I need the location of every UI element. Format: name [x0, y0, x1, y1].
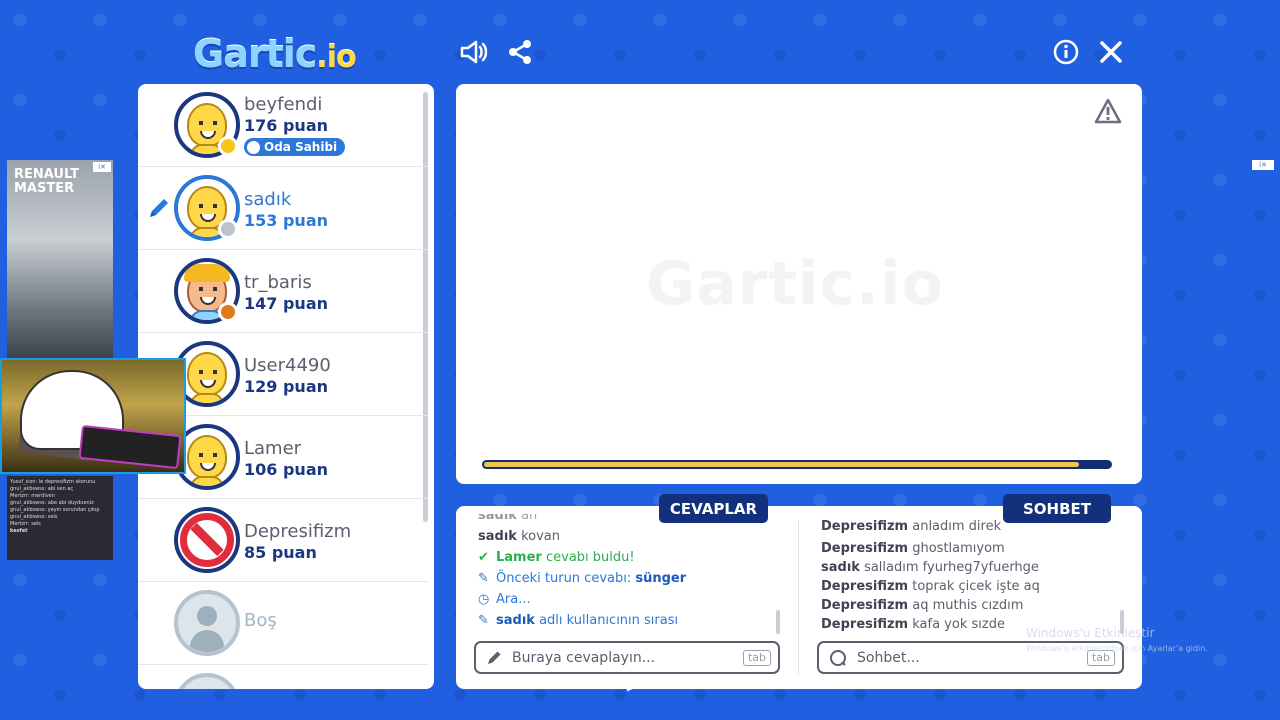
pencil-icon: ✎ — [478, 613, 489, 628]
crown-icon — [247, 140, 260, 154]
status-dot — [218, 219, 238, 239]
list-item: Depresifizm ghostlamıyom — [821, 541, 1005, 556]
keyboard-image — [78, 424, 182, 470]
list-item: ◷ Ara... — [478, 589, 778, 610]
empty-avatar-icon — [174, 590, 240, 656]
gartic-logo[interactable]: Gartic.io — [193, 32, 383, 76]
player-row[interactable]: sadık 153 puan — [138, 167, 428, 250]
answers-scrollbar[interactable] — [776, 610, 780, 634]
player-name: beyfendi — [244, 94, 323, 115]
answers-title: CEVAPLAR — [659, 494, 768, 523]
room-owner-badge: Oda Sahibi — [244, 138, 346, 156]
pencil-icon — [146, 197, 170, 225]
tab-key-hint: tab — [742, 650, 771, 666]
player-name: Depresifizm — [244, 521, 352, 542]
empty-slot[interactable]: Boş — [138, 582, 428, 665]
player-row[interactable]: beyfendi 176 puan Oda Sahibi — [138, 84, 428, 167]
player-score: 106 puan — [244, 460, 328, 479]
player-score: 129 puan — [244, 377, 328, 396]
chat-log: Depresifizm anladım direk Depresifizm gh… — [821, 520, 1121, 642]
pencil-icon — [488, 651, 501, 664]
player-score: 153 puan — [244, 211, 328, 230]
pencil-icon: ✎ — [478, 571, 489, 586]
player-name: Boş — [244, 610, 277, 631]
answers-log: sadık an sadık kovan ✔ Lamer cevabı buldu… — [478, 514, 778, 636]
share-icon[interactable] — [504, 36, 536, 68]
chat-panel: sadık an sadık kovan ✔ Lamer cevabı buldu… — [456, 506, 1142, 689]
timer-fill — [482, 460, 1081, 469]
player-score: 176 puan — [244, 116, 328, 135]
status-dot — [218, 136, 238, 156]
player-name: tr_baris — [244, 272, 312, 293]
checkmark-icon: ✔ — [478, 550, 489, 565]
stream-webcam-overlay — [0, 358, 186, 474]
player-row[interactable]: Depresifizm 85 puan — [138, 499, 428, 582]
drawing-canvas[interactable]: Gartic.io — [456, 84, 1142, 484]
chat-title: SOHBET — [1003, 494, 1111, 523]
chat-bubble-icon — [830, 649, 846, 666]
list-item: sadık kovan — [478, 529, 560, 544]
player-score: 147 puan — [244, 294, 328, 313]
info-icon[interactable] — [1050, 36, 1082, 68]
list-item: ✎ sadık adlı kullanıcının sırası — [478, 610, 778, 631]
player-name: User4490 — [244, 355, 331, 376]
advertisement-banner[interactable]: RENAULT MASTER i✕ — [7, 160, 113, 360]
panel-divider — [798, 520, 799, 675]
report-warning-icon[interactable] — [1094, 98, 1122, 128]
ad-info-icon[interactable]: i✕ — [1252, 160, 1274, 170]
clock-icon: ◷ — [478, 592, 490, 607]
player-row[interactable]: tr_baris 147 puan — [138, 250, 428, 333]
forbidden-avatar-icon — [174, 507, 240, 573]
empty-slot[interactable] — [138, 665, 428, 689]
status-dot — [218, 302, 238, 322]
answer-input[interactable]: Buraya cevaplayın... tab — [474, 641, 780, 674]
sound-icon[interactable] — [458, 36, 490, 68]
player-score: 85 puan — [244, 543, 317, 562]
canvas-watermark: Gartic.io — [646, 249, 944, 319]
stream-chat-overlay: Yusuf_sizn: le depresifizm skorunu gnul_… — [7, 476, 113, 560]
player-name: sadık — [244, 189, 292, 210]
list-item: ✔ Lamer cevabı buldu! — [478, 547, 778, 568]
list-item: ✎ Önceki turun cevabı: sünger — [478, 568, 778, 589]
empty-avatar-icon — [174, 673, 240, 689]
list-item: Depresifizm toprak çicek işte aq — [821, 579, 1040, 594]
windows-activation-watermark: Windows'u Etkinleştir Windows'u etkinleş… — [1026, 626, 1208, 653]
player-name: Lamer — [244, 438, 302, 459]
list-item: Depresifizm aq muthis cızdım — [821, 598, 1024, 613]
round-timer-bar — [482, 460, 1112, 469]
close-icon[interactable] — [1095, 36, 1127, 68]
list-item: sadık salladım fyurheg7yfuerhge — [821, 560, 1039, 575]
ad-info-icon[interactable]: i✕ — [93, 162, 111, 172]
